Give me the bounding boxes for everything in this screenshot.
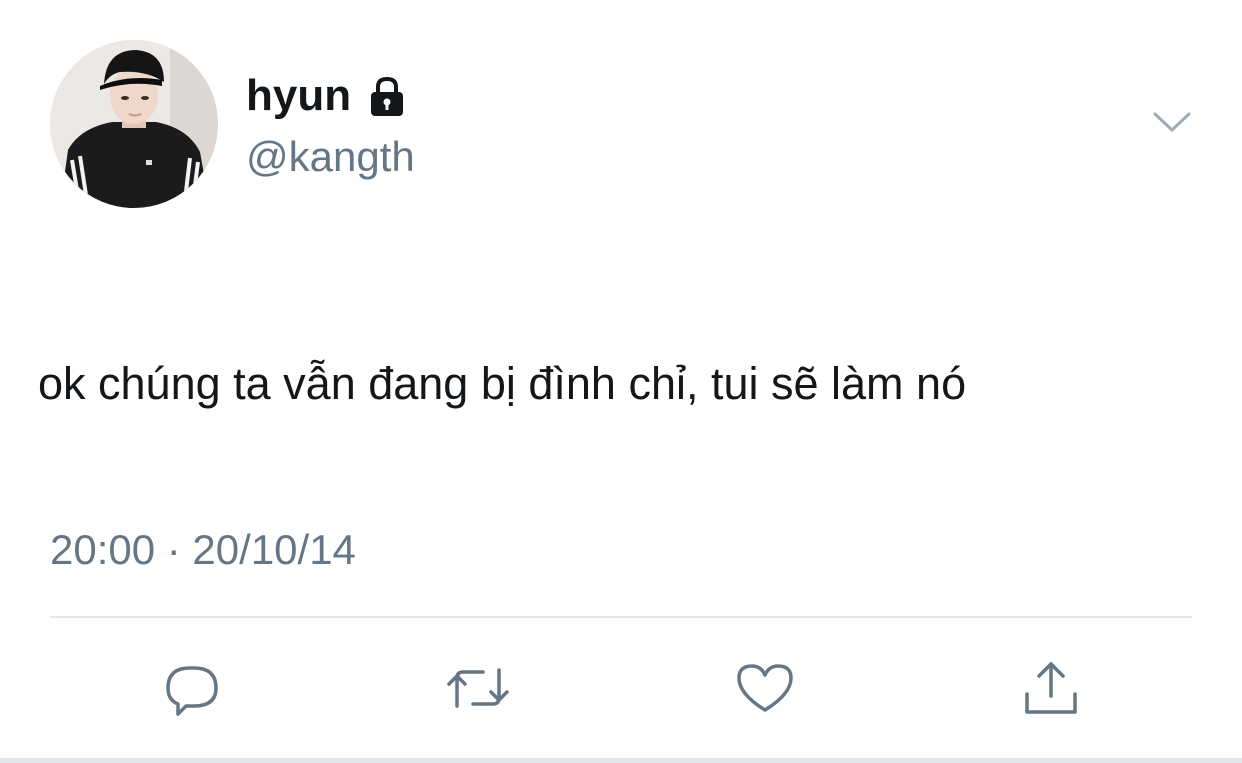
display-name-text: hyun [246,71,352,120]
reply-button[interactable] [157,656,227,720]
display-name[interactable]: hyun [246,70,409,122]
tweet-text: ok chúng ta vẫn đang bị đình chỉ, tui sẽ… [38,358,967,409]
divider [50,616,1192,618]
bottom-border [0,758,1242,763]
user-handle[interactable]: @kangth [246,132,415,182]
speech-bubble-icon [166,666,218,716]
share-icon [1025,662,1077,714]
like-button[interactable] [730,656,800,720]
tweet-menu-button[interactable] [1150,104,1194,140]
profile-photo [50,40,218,208]
retweet-button[interactable] [443,656,513,720]
retweet-icon [447,668,509,708]
lock-icon [365,74,409,118]
heart-icon [737,664,793,712]
tweet-timestamp[interactable]: 20:00 · 20/10/14 [50,524,356,576]
share-button[interactable] [1016,656,1086,720]
avatar[interactable] [50,40,218,208]
chevron-down-icon [1153,112,1191,132]
